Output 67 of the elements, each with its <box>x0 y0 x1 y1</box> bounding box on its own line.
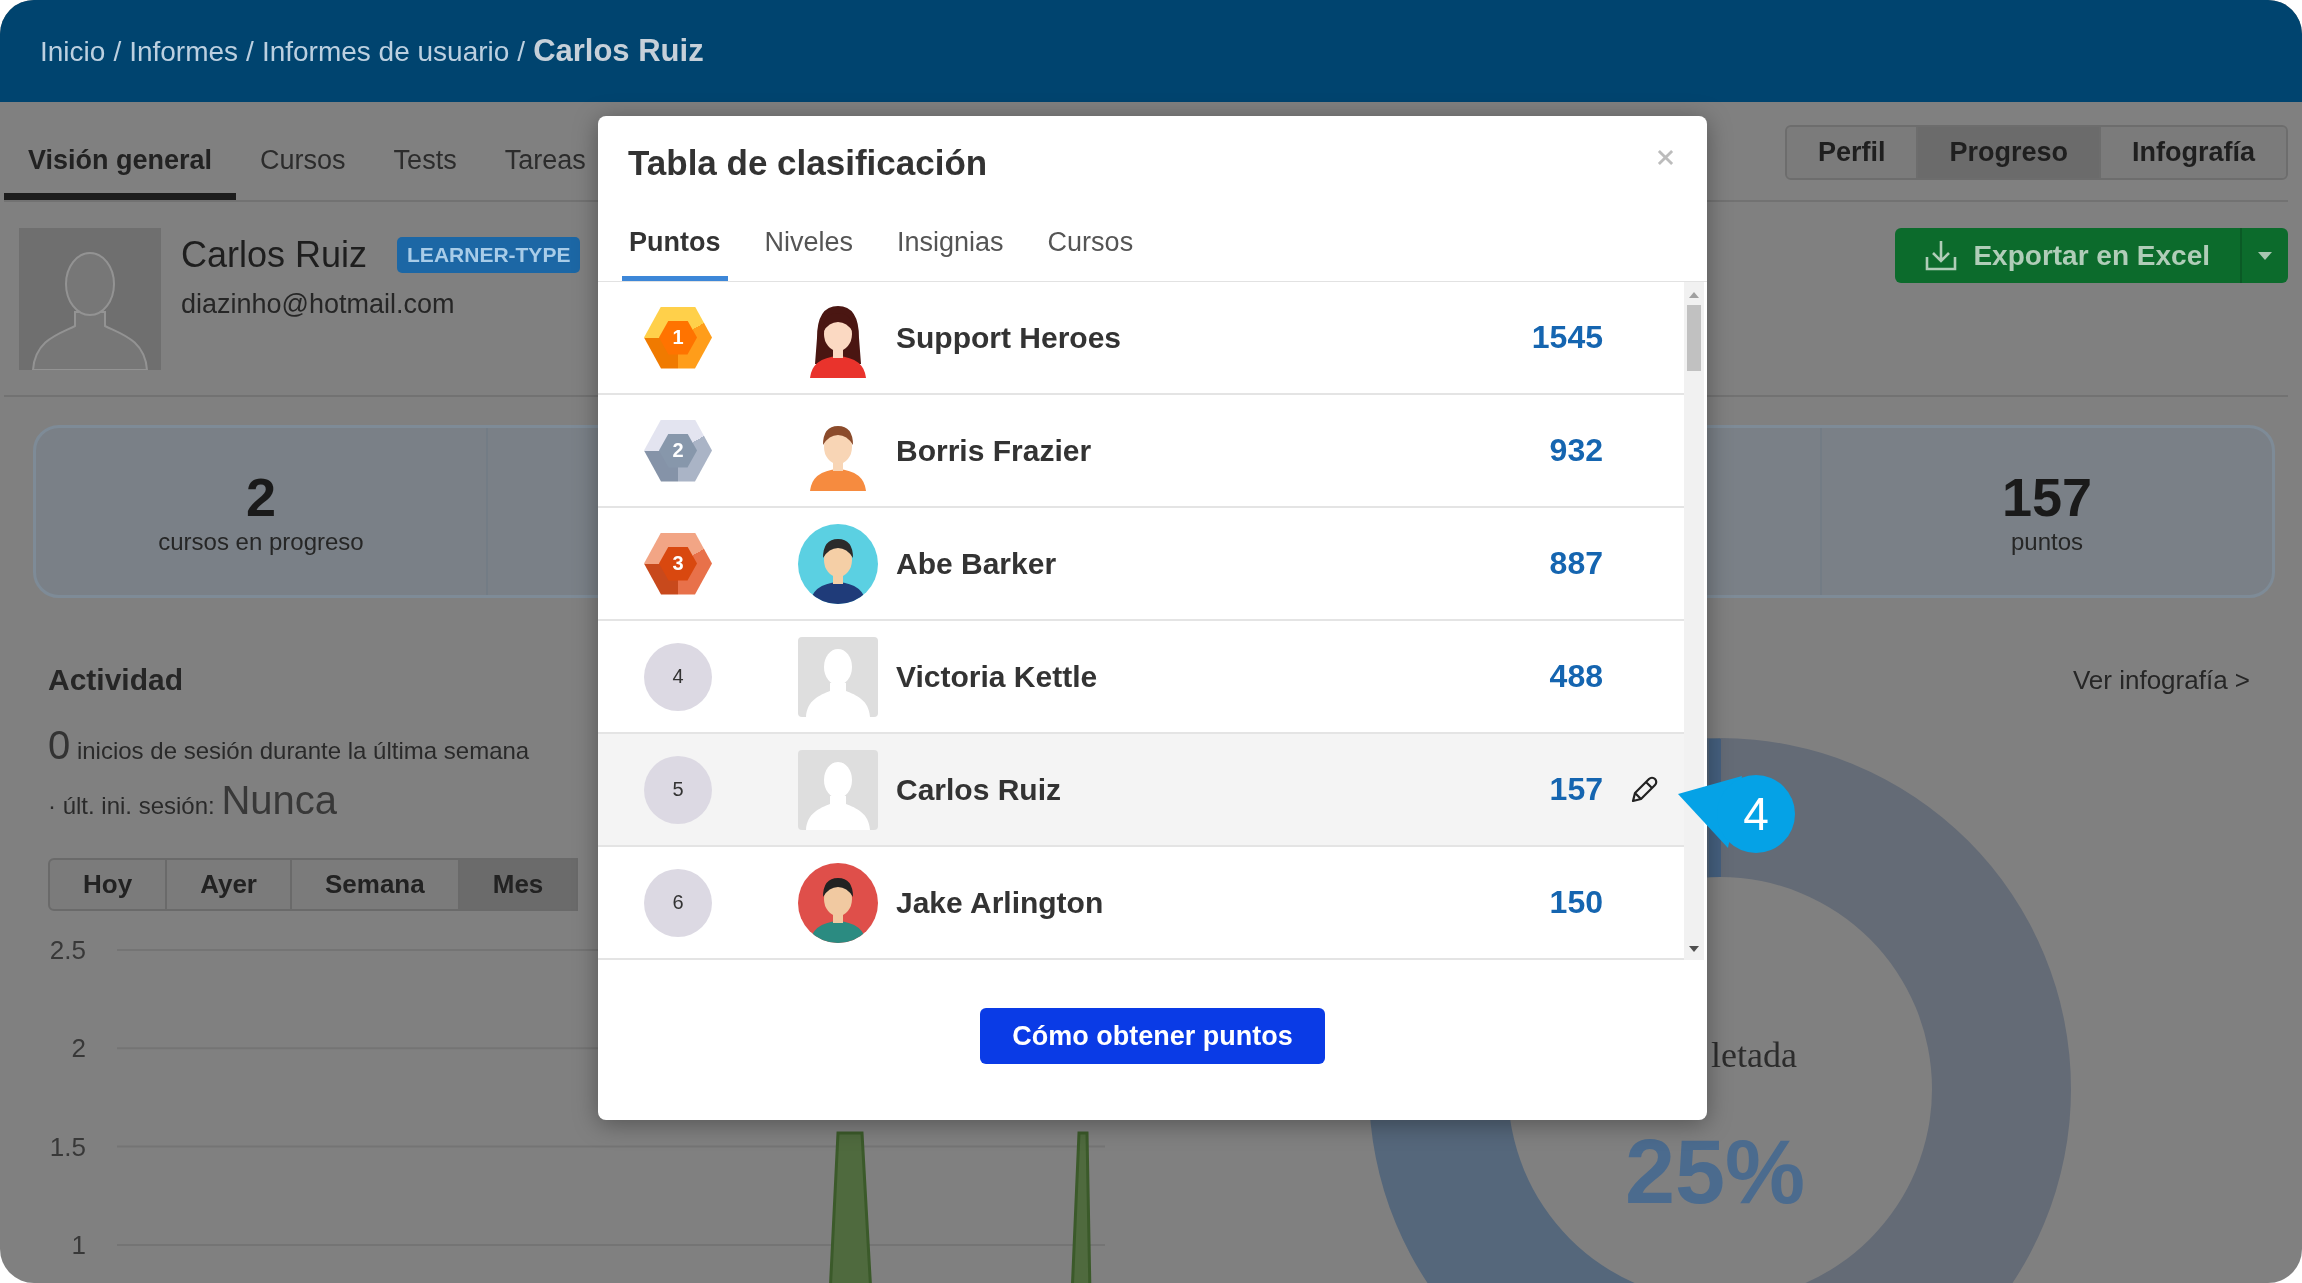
period-button[interactable]: Mes <box>459 858 579 911</box>
completion-label: letada <box>1711 1034 1797 1077</box>
axis-label: 2 <box>71 1032 86 1066</box>
axis-label: 1.5 <box>49 1130 86 1164</box>
axis-label: 1 <box>71 1228 86 1262</box>
dialog-tab[interactable]: Niveles <box>757 186 861 281</box>
points-value: 887 <box>1549 545 1603 582</box>
person-avatar-icon <box>798 862 878 943</box>
rank-badge: 3 <box>644 532 712 595</box>
player-name: Carlos Ruiz <box>896 772 1063 807</box>
points-value: 488 <box>1549 658 1603 695</box>
points-value: 150 <box>1549 884 1603 921</box>
period-button[interactable]: Ayer <box>167 858 292 911</box>
rank-badge: 6 <box>644 868 712 937</box>
login-summary: 0 inicios de sesión durante la última semana <box>48 722 530 769</box>
person-avatar-icon <box>798 523 878 604</box>
stat-label: cursos en progreso <box>158 526 364 557</box>
rank-badge: 1 <box>644 306 712 369</box>
close-icon[interactable] <box>1657 149 1674 166</box>
stat-value: 157 <box>2001 466 2093 527</box>
breadcrumb-link[interactable]: Inicio <box>40 36 106 68</box>
breadcrumb-current: Carlos Ruiz <box>533 33 704 69</box>
breadcrumb-separator: / <box>113 36 122 68</box>
scrollbar-thumb[interactable] <box>1687 305 1701 371</box>
silhouette-avatar-icon <box>19 228 161 370</box>
user-name: Carlos Ruiz <box>181 234 368 276</box>
nav-tab[interactable]: Visión general <box>4 102 237 200</box>
learner-type-badge: LEARNER-TYPE <box>397 237 581 273</box>
export-dropdown-toggle[interactable] <box>2240 228 2288 283</box>
stat-label: puntos <box>2010 526 2084 557</box>
player-name: Jake Arlington <box>896 885 1105 920</box>
nav-tab[interactable]: Tareas <box>480 102 610 200</box>
export-button[interactable]: Exportar en Excel <box>1895 228 2240 283</box>
rank-badge: 4 <box>644 642 712 711</box>
rank-badge: 5 <box>644 755 712 824</box>
caret-up-icon[interactable] <box>1689 292 1699 298</box>
player-name: Abe Barker <box>896 546 1058 581</box>
caret-down-icon <box>2258 251 2272 260</box>
user-email: diazinho@hotmail.com <box>181 288 455 321</box>
axis-label: 2.5 <box>49 934 86 967</box>
breadcrumb-link[interactable]: Informes de usuario <box>261 36 510 68</box>
rank-badge: 2 <box>644 419 712 482</box>
points-value: 1545 <box>1531 319 1603 356</box>
dialog-tab[interactable]: Cursos <box>1040 186 1141 281</box>
section-title: Actividad <box>48 662 184 698</box>
how-to-earn-button[interactable]: Cómo obtener puntos <box>980 1008 1325 1064</box>
breadcrumb-separator: / <box>246 36 254 68</box>
nav-tab[interactable]: Cursos <box>236 102 370 200</box>
player-name: Victoria Kettle <box>896 659 1099 694</box>
points-value: 157 <box>1549 771 1603 808</box>
breadcrumb-separator: / <box>517 36 526 68</box>
infographic-link[interactable]: Ver infografía > <box>2072 660 2250 700</box>
silhouette-avatar-icon <box>798 749 878 830</box>
player-name: Borris Frazier <box>896 433 1093 468</box>
dialog-title: Tabla de clasificación <box>628 142 988 184</box>
period-button[interactable]: Semana <box>292 858 460 911</box>
last-login: · últ. ini. sesión: Nunca <box>48 777 338 824</box>
nav-tab[interactable]: Tests <box>369 102 481 200</box>
player-name: Support Heroes <box>896 320 1123 355</box>
period-button[interactable]: Hoy <box>48 858 168 911</box>
points-value: 932 <box>1549 432 1603 469</box>
caret-down-icon[interactable] <box>1689 946 1699 952</box>
silhouette-avatar-icon <box>798 636 878 717</box>
view-switch-button[interactable]: Progreso <box>1916 127 2099 178</box>
dialog-tab[interactable]: Insignias <box>890 186 1011 281</box>
stat-value: 2 <box>245 466 276 527</box>
breadcrumb-link[interactable]: Informes <box>129 36 239 68</box>
